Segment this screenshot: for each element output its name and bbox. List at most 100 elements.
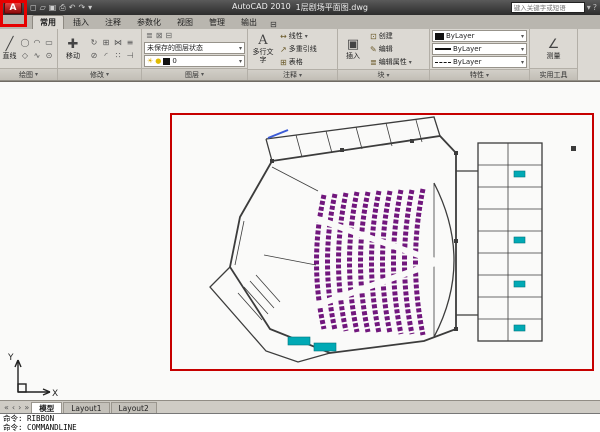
panel-layers: ≣ ⊠ ⊟ 未保存的图层状态 ▾ ☀ ● 0 ▾ 图层 ▾: [142, 29, 248, 80]
layer-properties-icon[interactable]: ≣: [146, 31, 153, 40]
command-window[interactable]: 命令: RIBBON 命令: COMMANDLINE: [0, 413, 600, 432]
panel-properties-title-label: 特性: [470, 70, 484, 80]
line-button[interactable]: ╱ 直线: [2, 30, 17, 67]
panel-dropdown-icon: ▾: [299, 72, 302, 79]
quick-access-toolbar: ◻ ▱ ▣ ⎙ ↶ ↷ ▾: [30, 3, 92, 13]
object-color-select[interactable]: ByLayer ▾: [432, 30, 527, 42]
lineweight-sample: [435, 48, 451, 50]
lineweight-value: ByLayer: [453, 45, 519, 53]
trim-icon[interactable]: ⊣: [124, 49, 136, 62]
ribbon-tab-view[interactable]: 视图: [170, 16, 200, 29]
point-icon[interactable]: ⊙: [43, 49, 55, 62]
layout-tab-model[interactable]: 模型: [31, 402, 62, 413]
modify-tools-grid: ↻ ⊞ ⋈ ≡ ⊘ ◜ ∷ ⊣: [88, 30, 136, 67]
create-block-button[interactable]: ⊡ 创建: [368, 30, 414, 42]
help-icon[interactable]: ?: [593, 3, 597, 12]
last-layout-icon[interactable]: »: [23, 403, 30, 412]
multileader-button[interactable]: ↗ 多重引线: [278, 43, 319, 55]
next-layout-icon[interactable]: ›: [17, 403, 22, 412]
layer-tools-row: ≣ ⊠ ⊟: [144, 30, 245, 41]
drawing-canvas[interactable]: Y X: [0, 81, 600, 400]
panel-block-title[interactable]: 块 ▾: [338, 69, 429, 80]
line-button-label: 直线: [3, 52, 17, 60]
mirror-icon[interactable]: ⋈: [112, 36, 124, 49]
layer-freeze-icon[interactable]: ⊠: [156, 31, 163, 40]
layer-lock-icon[interactable]: ⊟: [165, 31, 172, 40]
panel-modify: ✚ 移动 ↻ ⊞ ⋈ ≡ ⊘ ◜ ∷ ⊣ 修改 ▾: [58, 29, 142, 80]
table-button[interactable]: ⊞ 表格: [278, 56, 319, 68]
seating-area: [317, 189, 424, 335]
floor-plan: [172, 115, 592, 369]
multileader-icon: ↗: [280, 45, 287, 54]
ribbon-tab-manage[interactable]: 管理: [202, 16, 232, 29]
ribbon-tab-output[interactable]: 输出: [234, 16, 264, 29]
panel-annotate: A 多行文字 ↔ 线性 ▾ ↗ 多重引线 ⊞ 表格: [248, 29, 338, 80]
open-file-icon[interactable]: ▱: [40, 3, 46, 13]
search-dropdown-icon[interactable]: ▾: [587, 3, 591, 12]
erase-icon[interactable]: ⊘: [88, 49, 100, 62]
panel-modify-title[interactable]: 修改 ▾: [58, 68, 141, 80]
spline-icon[interactable]: ∿: [31, 49, 43, 62]
autocad-window: A ◻ ▱ ▣ ⎙ ↶ ↷ ▾ AutoCAD 2010 1层剧场平面图.dwg…: [0, 0, 600, 432]
layer-select[interactable]: ☀ ● 0 ▾: [144, 55, 245, 67]
layout-tab-layout1[interactable]: Layout1: [63, 402, 109, 413]
panel-utilities-title-label: 实用工具: [540, 70, 568, 80]
ribbon-tab-insert[interactable]: 插入: [66, 16, 96, 29]
redo-icon[interactable]: ↷: [78, 3, 85, 13]
measure-button[interactable]: ∠ 测量: [541, 30, 567, 67]
previous-layout-icon[interactable]: ‹: [11, 403, 16, 412]
panel-block: ▣ 插入 ⊡ 创建 ✎ 编辑 ≣ 编辑属性 ▾: [338, 29, 430, 80]
ribbon-tab-parametric[interactable]: 参数化: [130, 16, 168, 29]
ribbon-tab-row: 常用 插入 注释 参数化 视图 管理 输出 ⊟: [0, 15, 600, 29]
ribbon-tab-annotate[interactable]: 注释: [98, 16, 128, 29]
insert-block-icon: ▣: [347, 38, 359, 52]
edit-block-button[interactable]: ✎ 编辑: [368, 43, 414, 55]
plot-icon[interactable]: ⎙: [59, 3, 65, 13]
polygon-icon[interactable]: ◇: [19, 49, 31, 62]
mtext-button[interactable]: A 多行文字: [250, 30, 276, 68]
ucs-x-label: X: [52, 389, 58, 398]
edit-attributes-label: 编辑属性: [379, 57, 407, 67]
layer-state-select[interactable]: 未保存的图层状态 ▾: [144, 42, 245, 54]
panel-annotate-title[interactable]: 注释 ▾: [248, 69, 337, 80]
table-icon: ⊞: [280, 58, 287, 67]
circle-icon[interactable]: ◯: [19, 36, 31, 49]
color-swatch: [435, 33, 444, 40]
rotate-icon[interactable]: ↻: [88, 36, 100, 49]
insert-block-button[interactable]: ▣ 插入: [340, 30, 366, 68]
panel-properties-title[interactable]: 特性 ▾: [430, 69, 529, 80]
layout-tab-layout2[interactable]: Layout2: [111, 402, 157, 413]
dropdown-icon: ▾: [521, 33, 524, 40]
infocenter: ▾ ?: [511, 2, 597, 13]
qat-dropdown-icon[interactable]: ▾: [88, 3, 92, 13]
search-input[interactable]: [511, 2, 585, 13]
linetype-select[interactable]: ByLayer ▾: [432, 56, 527, 68]
new-file-icon[interactable]: ◻: [30, 3, 37, 13]
layer-name: 0: [172, 57, 237, 65]
copy-icon[interactable]: ⊞: [100, 36, 112, 49]
fillet-icon[interactable]: ◜: [100, 49, 112, 62]
move-button[interactable]: ✚ 移动: [60, 30, 86, 67]
dropdown-icon: ▾: [521, 59, 524, 66]
panel-draw-title[interactable]: 绘图 ▾: [0, 68, 57, 80]
lineweight-select[interactable]: ByLayer ▾: [432, 43, 527, 55]
offset-icon[interactable]: ≡: [124, 36, 136, 49]
undo-icon[interactable]: ↶: [69, 3, 76, 13]
save-icon[interactable]: ▣: [49, 3, 57, 13]
linetype-value: ByLayer: [453, 58, 519, 66]
arc-icon[interactable]: ◠: [31, 36, 43, 49]
array-icon[interactable]: ∷: [112, 49, 124, 62]
panel-utilities: ∠ 测量 实用工具: [530, 29, 578, 80]
panel-layers-title[interactable]: 图层 ▾: [142, 68, 247, 80]
rectangle-icon[interactable]: ▭: [43, 36, 55, 49]
text-icon: A: [258, 34, 267, 48]
linear-dimension-button[interactable]: ↔ 线性 ▾: [278, 30, 319, 42]
panel-utilities-title[interactable]: 实用工具: [530, 68, 577, 80]
ribbon-minimize-icon[interactable]: ⊟: [270, 20, 277, 29]
panel-dropdown-icon: ▾: [201, 71, 204, 78]
ribbon-tab-home[interactable]: 常用: [32, 15, 64, 29]
edit-attributes-button[interactable]: ≣ 编辑属性 ▾: [368, 56, 414, 68]
create-block-icon: ⊡: [370, 32, 377, 41]
object-color-value: ByLayer: [446, 32, 519, 40]
first-layout-icon[interactable]: «: [3, 403, 10, 412]
